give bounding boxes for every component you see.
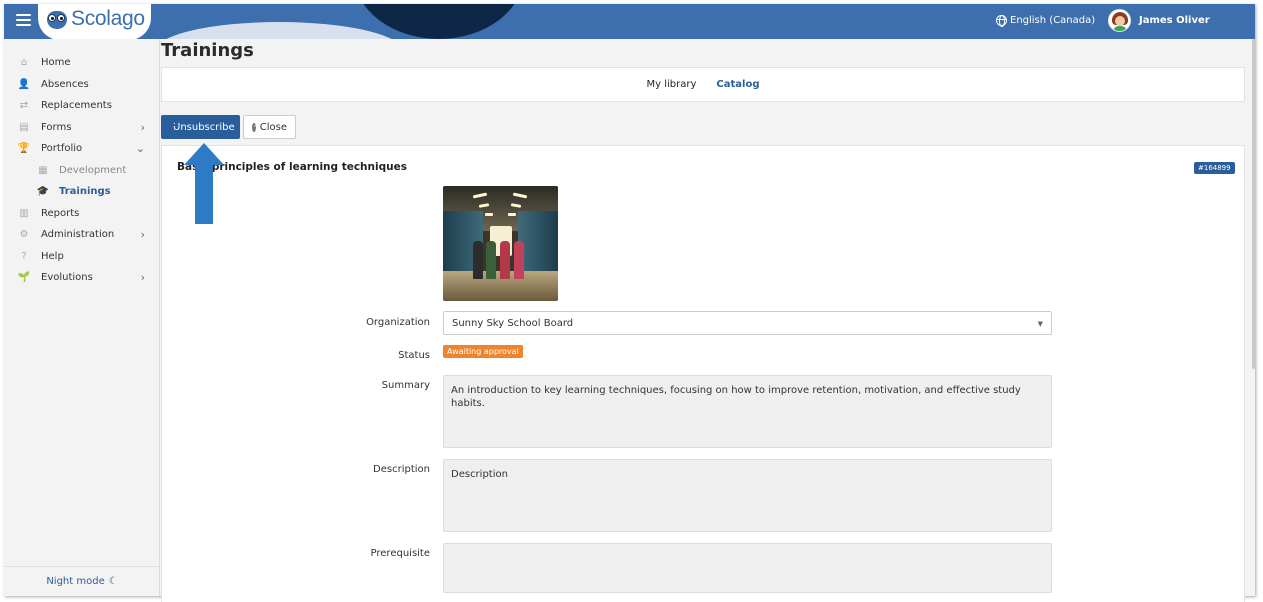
home-icon: ⌂ [20, 57, 28, 69]
chevron-down-icon: ⌄ [135, 142, 145, 156]
organization-label: Organization [366, 317, 430, 328]
description-label: Description [373, 464, 430, 475]
chevron-right-icon: › [140, 120, 145, 134]
status-label: Status [398, 350, 430, 361]
description-field[interactable]: Description [443, 459, 1052, 532]
status-badge: Awaiting approval [443, 345, 523, 358]
avatar [1108, 9, 1131, 32]
annotation-arrow-up-icon [184, 143, 224, 225]
training-detail-card [161, 145, 1245, 602]
sidebar-item-label: Development [59, 164, 127, 176]
scrollbar[interactable] [1252, 39, 1255, 369]
close-button[interactable]: Close [243, 115, 296, 139]
tab-my-library[interactable]: My library [647, 79, 697, 90]
close-icon [252, 120, 260, 132]
unsubscribe-button[interactable]: Unsubscribe [161, 115, 240, 139]
user-absence-icon: 👤 [17, 78, 31, 90]
sidebar-item-reports[interactable]: ▥ Reports [4, 203, 159, 225]
replacements-icon: ⇄ [19, 100, 29, 112]
chevron-right-icon: › [140, 271, 145, 285]
sidebar-item-label: Portfolio [41, 143, 83, 155]
reports-icon: ▥ [19, 207, 29, 219]
sidebar-item-administration[interactable]: ⚙ Administration › [4, 224, 159, 246]
help-icon: ? [21, 250, 27, 262]
sidebar-item-replacements[interactable]: ⇄ Replacements [4, 95, 159, 117]
sidebar-item-label: Replacements [41, 100, 112, 112]
summary-field[interactable]: An introduction to key learning techniqu… [443, 375, 1052, 448]
sidebar: ⌂ Home 👤 Absences ⇄ Replacements ▤ Forms… [4, 39, 160, 596]
gear-icon: ⚙ [19, 229, 29, 241]
graduation-cap-icon: 🎓 [36, 186, 50, 198]
trophy-icon: 🏆 [17, 143, 31, 155]
sidebar-item-forms[interactable]: ▤ Forms › [4, 117, 159, 139]
organization-value: Sunny Sky School Board [452, 318, 574, 329]
sidebar-item-trainings[interactable]: 🎓 Trainings [4, 181, 159, 203]
logo-text: Scolago [71, 7, 145, 30]
sidebar-item-label: Evolutions [41, 272, 93, 284]
hamburger-menu-icon[interactable] [16, 14, 31, 26]
training-id-badge: #164899 [1194, 162, 1235, 174]
sidebar-item-label: Home [41, 57, 71, 69]
globe-icon [996, 15, 1007, 27]
sidebar-item-label: Administration [41, 229, 115, 241]
language-selector[interactable]: English (Canada) [996, 15, 1096, 27]
sidebar-item-help[interactable]: ? Help [4, 246, 159, 268]
close-label: Close [259, 121, 287, 133]
moon-icon: ☾ [108, 576, 118, 587]
organization-select[interactable]: Sunny Sky School Board ▼ [443, 311, 1052, 335]
sidebar-item-home[interactable]: ⌂ Home [4, 52, 159, 74]
tabs-bar: My library Catalog [161, 67, 1245, 102]
header-decoration-light [154, 22, 404, 39]
sidebar-item-label: Reports [41, 207, 80, 219]
top-header: Scolago English (Canada) James Oliver [4, 4, 1255, 39]
unsubscribe-label: Unsubscribe [173, 121, 235, 133]
training-thumbnail [443, 186, 558, 301]
tab-catalog[interactable]: Catalog [716, 79, 759, 90]
user-name: James Oliver [1139, 15, 1210, 26]
sidebar-item-absences[interactable]: 👤 Absences [4, 74, 159, 96]
logo[interactable]: Scolago [38, 4, 151, 39]
sidebar-item-label: Forms [41, 121, 72, 133]
prerequisite-field[interactable] [443, 543, 1052, 593]
night-mode-label: Night mode [46, 576, 105, 587]
sidebar-item-development[interactable]: ▦ Development [4, 160, 159, 182]
forms-icon: ▤ [19, 121, 29, 133]
summary-label: Summary [381, 380, 430, 391]
sidebar-item-label: Absences [41, 78, 89, 90]
sidebar-item-label: Help [41, 250, 64, 262]
page-title: Trainings [161, 40, 254, 61]
owl-logo-icon [46, 8, 68, 30]
sidebar-item-portfolio[interactable]: 🏆 Portfolio ⌄ [4, 138, 159, 160]
chevron-right-icon: › [140, 228, 145, 242]
prerequisite-label: Prerequisite [370, 548, 430, 559]
sidebar-item-evolutions[interactable]: 🌱 Evolutions › [4, 267, 159, 289]
caret-down-icon: ▼ [1037, 320, 1043, 328]
night-mode-toggle[interactable]: Night mode ☾ [4, 566, 160, 596]
development-icon: ▦ [38, 164, 48, 176]
sidebar-item-label: Trainings [59, 186, 111, 198]
user-menu[interactable]: James Oliver [1108, 9, 1210, 32]
sprout-icon: 🌱 [17, 272, 31, 284]
language-label: English (Canada) [1010, 15, 1096, 26]
